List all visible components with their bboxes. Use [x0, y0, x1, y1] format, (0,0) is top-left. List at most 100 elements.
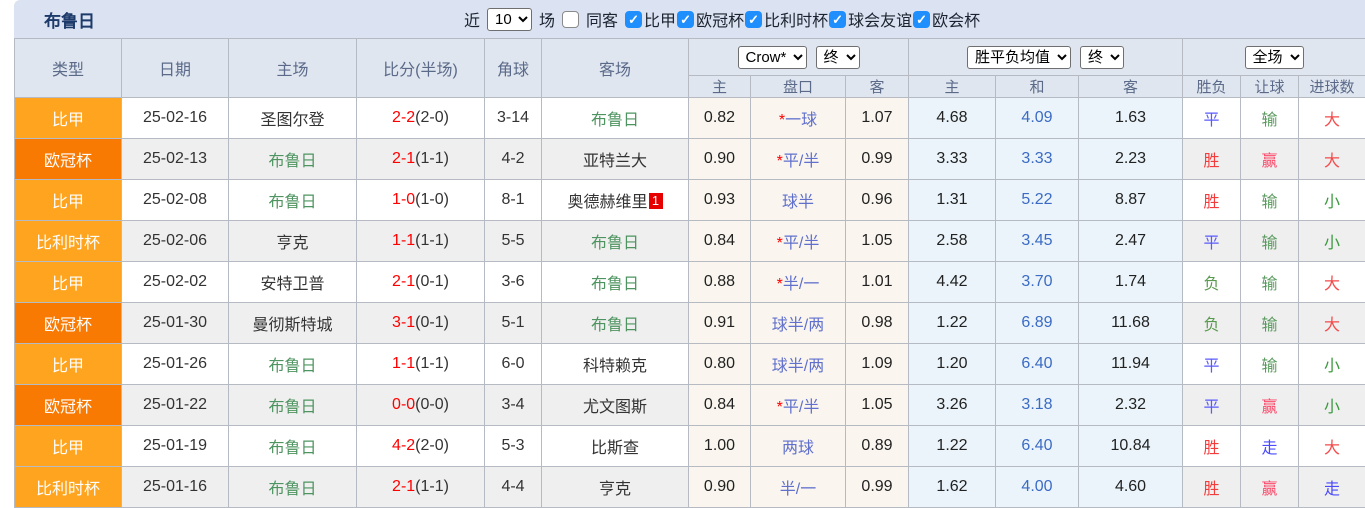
odds-away-cell: 1.07 — [846, 98, 909, 139]
league-checkbox[interactable] — [677, 11, 694, 28]
company-select[interactable]: Crow* — [738, 46, 807, 69]
away-team-link[interactable]: 奥德赫维里 — [567, 194, 647, 211]
handicap-value: 平/半 — [783, 399, 819, 416]
score-cell: 2-1(1-1) — [357, 467, 485, 508]
home-team-link[interactable]: 安特卫普 — [260, 276, 324, 293]
same-venue-checkbox[interactable] — [562, 11, 579, 28]
home-team-link[interactable]: 圣图尔登 — [260, 112, 324, 129]
home-team-link[interactable]: 布鲁日 — [268, 399, 316, 416]
league-filter-label: 欧冠杯 — [696, 7, 744, 31]
home-team-link[interactable]: 布鲁日 — [268, 358, 316, 375]
type-cell: 比利时杯 — [15, 221, 122, 262]
scope-select[interactable]: 全场 — [1245, 46, 1304, 69]
handicap-cell: 球半 — [751, 180, 846, 221]
away-team-link[interactable]: 科特赖克 — [583, 358, 647, 375]
avg-draw-cell: 6.40 — [996, 344, 1079, 385]
handicap-result-cell: 走 — [1241, 426, 1299, 467]
away-team-link[interactable]: 布鲁日 — [591, 317, 639, 334]
match-rows: 比甲 25-02-16 圣图尔登 2-2(2-0) 3-14 布鲁日 0.82 … — [15, 98, 1365, 508]
outcome-cell: 胜 — [1183, 426, 1241, 467]
fulltime-score: 0-0 — [392, 396, 415, 413]
handicap-result-cell: 输 — [1241, 303, 1299, 344]
scope-group-header: 全场 — [1183, 39, 1365, 76]
avg-away-cell: 4.60 — [1079, 467, 1183, 508]
avg-home-cell: 4.68 — [909, 98, 996, 139]
odds-home-cell: 1.00 — [689, 426, 751, 467]
date-cell: 25-02-13 — [122, 139, 229, 180]
league-checkbox[interactable] — [913, 11, 930, 28]
avg-away-cell: 10.84 — [1079, 426, 1183, 467]
avg-home-cell: 1.22 — [909, 303, 996, 344]
avg-state-select[interactable]: 终 — [1080, 46, 1124, 69]
odds-home-cell: 0.84 — [689, 385, 751, 426]
avg-draw-cell: 6.40 — [996, 426, 1079, 467]
col-header-date: 日期 — [122, 39, 229, 98]
handicap-value: 平/半 — [783, 235, 819, 252]
away-cell: 奥德赫维里1 — [542, 180, 689, 221]
fulltime-score: 1-1 — [392, 355, 415, 372]
home-team-link[interactable]: 布鲁日 — [268, 153, 316, 170]
away-cell: 亚特兰大 — [542, 139, 689, 180]
away-team-link[interactable]: 布鲁日 — [591, 235, 639, 252]
home-team-link[interactable]: 布鲁日 — [268, 194, 316, 211]
score-cell: 1-1(1-1) — [357, 344, 485, 385]
league-filter-label: 球会友谊 — [848, 7, 912, 31]
corner-cell: 4-4 — [485, 467, 542, 508]
rank-badge: 1 — [649, 193, 663, 209]
col-header-odds-handicap: 盘口 — [751, 76, 846, 98]
fulltime-score: 2-1 — [392, 150, 415, 167]
type-cell: 比甲 — [15, 426, 122, 467]
goals-cell: 小 — [1299, 385, 1365, 426]
company-state-select[interactable]: 终 — [816, 46, 860, 69]
away-cell: 布鲁日 — [542, 98, 689, 139]
halftime-score: (1-1) — [415, 355, 449, 372]
goals-cell: 小 — [1299, 344, 1365, 385]
home-team-link[interactable]: 亨克 — [276, 235, 308, 252]
avg-away-cell: 8.87 — [1079, 180, 1183, 221]
away-team-link[interactable]: 布鲁日 — [591, 276, 639, 293]
recent-label: 近 — [464, 7, 480, 31]
score-cell: 1-0(1-0) — [357, 180, 485, 221]
date-cell: 25-02-06 — [122, 221, 229, 262]
date-cell: 25-01-16 — [122, 467, 229, 508]
odds-home-cell: 0.90 — [689, 139, 751, 180]
odds-home-cell: 0.82 — [689, 98, 751, 139]
halftime-score: (1-1) — [415, 478, 449, 495]
col-header-home: 主场 — [229, 39, 357, 98]
handicap-cell: *平/半 — [751, 139, 846, 180]
avg-draw-cell: 3.33 — [996, 139, 1079, 180]
corner-cell: 5-1 — [485, 303, 542, 344]
halftime-score: (2-0) — [415, 109, 449, 126]
odds-away-cell: 0.99 — [846, 467, 909, 508]
home-team-link[interactable]: 布鲁日 — [268, 440, 316, 457]
halftime-score: (0-1) — [415, 314, 449, 331]
col-header-odds-away: 客 — [846, 76, 909, 98]
league-checkbox[interactable] — [829, 11, 846, 28]
avg-draw-cell: 4.00 — [996, 467, 1079, 508]
away-team-link[interactable]: 尤文图斯 — [583, 399, 647, 416]
home-team-link[interactable]: 布鲁日 — [268, 481, 316, 498]
away-team-link[interactable]: 亨克 — [599, 481, 631, 498]
odds-away-cell: 1.01 — [846, 262, 909, 303]
home-team-link[interactable]: 曼彻斯特城 — [252, 317, 332, 334]
table-row: 比甲 25-01-26 布鲁日 1-1(1-1) 6-0 科特赖克 0.80 球… — [15, 344, 1365, 385]
away-team-link[interactable]: 亚特兰大 — [583, 153, 647, 170]
away-team-link[interactable]: 比斯查 — [591, 440, 639, 457]
avg-select[interactable]: 胜平负均值 — [967, 46, 1071, 69]
type-cell: 比利时杯 — [15, 467, 122, 508]
recent-count-select[interactable]: 10 — [487, 8, 532, 31]
table-row: 比甲 25-02-16 圣图尔登 2-2(2-0) 3-14 布鲁日 0.82 … — [15, 98, 1365, 139]
league-checkbox[interactable] — [745, 11, 762, 28]
league-checkbox[interactable] — [625, 11, 642, 28]
outcome-cell: 平 — [1183, 344, 1241, 385]
score-cell: 4-2(2-0) — [357, 426, 485, 467]
corner-cell: 4-2 — [485, 139, 542, 180]
outcome-cell: 胜 — [1183, 467, 1241, 508]
league-filter-item: 比利时杯 — [745, 7, 828, 31]
avg-away-cell: 11.68 — [1079, 303, 1183, 344]
handicap-cell: 球半/两 — [751, 303, 846, 344]
col-header-avg-away: 客 — [1079, 76, 1183, 98]
odds-home-cell: 0.90 — [689, 467, 751, 508]
odds-away-cell: 1.05 — [846, 221, 909, 262]
away-team-link[interactable]: 布鲁日 — [591, 112, 639, 129]
